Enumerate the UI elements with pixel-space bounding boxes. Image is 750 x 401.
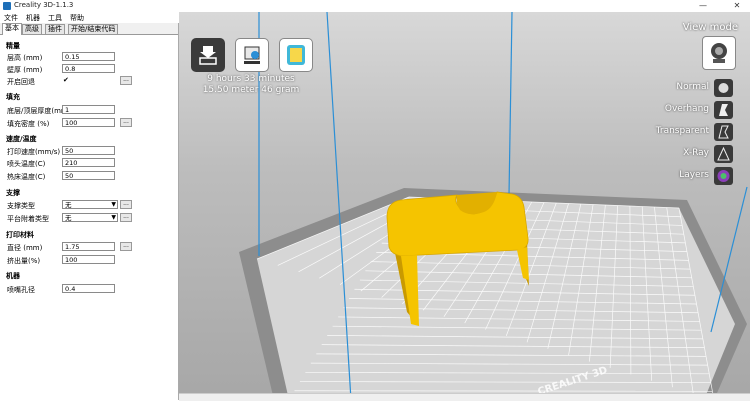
chevron-down-icon: ▼ [111, 214, 116, 221]
print-estimate: 9 hours 33 minutes 15.50 meter 46 gram [201, 74, 301, 96]
nozzle-size-label: 喷嘴孔径 [7, 286, 35, 294]
platform-adhesion-more-button[interactable]: ... [120, 213, 132, 222]
nozzle-temp-input[interactable]: 210 [62, 158, 115, 167]
print-speed-input[interactable]: 50 [62, 146, 115, 155]
print-time: 9 hours 33 minutes [207, 74, 295, 84]
flow-label: 挤出量(%) [7, 257, 41, 265]
settings-panel: 基本 高级 插件 开始/结束代码 精量 层高 (mm) 0.15 壁厚 (mm)… [0, 23, 179, 400]
support-type-label: 支撑类型 [7, 202, 35, 210]
chevron-down-icon: ▼ [111, 201, 116, 208]
view-mode-button[interactable] [702, 36, 736, 70]
print-material: 15.50 meter 46 gram [202, 85, 300, 95]
fill-density-input[interactable]: 100 [62, 118, 115, 127]
support-type-more-button[interactable]: ... [120, 200, 132, 209]
nozzle-size-input[interactable]: 0.4 [62, 284, 115, 293]
printer-icon [244, 46, 260, 64]
layers-view-icon [714, 167, 733, 185]
tab-basic[interactable]: 基本 [2, 23, 22, 35]
overhang-view-icon [714, 101, 733, 119]
platform-adhesion-value: 无 [65, 214, 72, 222]
view-label-layers: Layers [679, 170, 709, 180]
section-speed-temperature: 速度/温度 [6, 135, 37, 143]
material-more-button[interactable]: ... [120, 242, 132, 251]
fill-more-button[interactable]: ... [120, 118, 132, 127]
normal-view-icon [714, 79, 733, 97]
platform-adhesion-select[interactable]: 无 ▼ [62, 213, 118, 222]
platform-adhesion-label: 平台附着类型 [7, 215, 49, 223]
view-label-transparent: Transparent [655, 126, 709, 136]
minimize-button[interactable]: — [694, 0, 712, 12]
support-type-select[interactable]: 无 ▼ [62, 200, 118, 209]
share-icon [287, 45, 305, 65]
view-label-xray: X-Ray [683, 148, 709, 158]
support-type-value: 无 [65, 201, 72, 209]
menu-bar: 文件 机器 工具 帮助 [0, 12, 180, 23]
diameter-input[interactable]: 1.75 [62, 242, 115, 251]
menu-help[interactable]: 帮助 [70, 13, 84, 23]
print-button[interactable] [235, 38, 269, 72]
close-button[interactable]: ✕ [728, 0, 746, 12]
bottom-top-label: 底层/顶层厚度(mm) [7, 107, 71, 115]
tab-start-end-gcode[interactable]: 开始/结束代码 [68, 24, 119, 34]
menu-machine[interactable]: 机器 [26, 13, 40, 23]
wall-thickness-input[interactable]: 0.8 [62, 64, 115, 73]
bottom-top-input[interactable]: 1 [62, 105, 115, 114]
bed-temp-input[interactable]: 50 [62, 171, 115, 180]
app-logo-icon [3, 2, 11, 10]
settings-form: 精量 层高 (mm) 0.15 壁厚 (mm) 0.8 开启回退 ✔ ... 填… [0, 35, 178, 400]
title-bar: Creality 3D-1.1.3 — ✕ [0, 0, 750, 12]
retraction-more-button[interactable]: ... [120, 76, 132, 85]
view-label-overhang: Overhang [664, 104, 709, 114]
diameter-label: 直径 (mm) [7, 244, 43, 252]
camera-icon [711, 43, 727, 63]
share-button[interactable] [279, 38, 313, 72]
transparent-view-icon [714, 123, 733, 141]
menu-tools[interactable]: 工具 [48, 13, 62, 23]
menu-file[interactable]: 文件 [4, 13, 18, 23]
fill-density-label: 填充密度 (%) [7, 120, 50, 128]
section-quality: 精量 [6, 42, 20, 50]
retraction-label: 开启回退 [7, 78, 35, 86]
load-icon [199, 46, 217, 65]
xray-view-icon [714, 145, 733, 163]
3d-viewport[interactable]: CREALITY 3D 9 hours 33 minutes 15.50 met… [179, 12, 750, 400]
tab-plugins[interactable]: 插件 [45, 24, 65, 34]
bed-temp-label: 热床温度(C) [7, 173, 46, 181]
settings-tabs: 基本 高级 插件 开始/结束代码 [0, 23, 178, 35]
window-title: Creality 3D-1.1.3 [14, 1, 74, 9]
build-volume-edge [508, 12, 513, 196]
section-material: 打印材料 [6, 231, 34, 239]
section-support: 支撑 [6, 189, 20, 197]
view-mode-title: View mode [682, 22, 738, 33]
load-model-button[interactable] [191, 38, 225, 72]
layer-height-label: 层高 (mm) [7, 54, 43, 62]
layer-height-input[interactable]: 0.15 [62, 52, 115, 61]
flow-input[interactable]: 100 [62, 255, 115, 264]
section-machine: 机器 [6, 272, 20, 280]
print-speed-label: 打印速度(mm/s) [7, 148, 61, 156]
grid-line [294, 390, 713, 392]
wall-thickness-label: 壁厚 (mm) [7, 66, 43, 74]
nozzle-temp-label: 喷头温度(C) [7, 160, 46, 168]
section-fill: 填充 [6, 93, 20, 101]
view-label-normal: Normal [676, 82, 709, 92]
tab-advanced[interactable]: 高级 [22, 24, 42, 34]
retraction-checkbox[interactable]: ✔ [63, 77, 70, 84]
